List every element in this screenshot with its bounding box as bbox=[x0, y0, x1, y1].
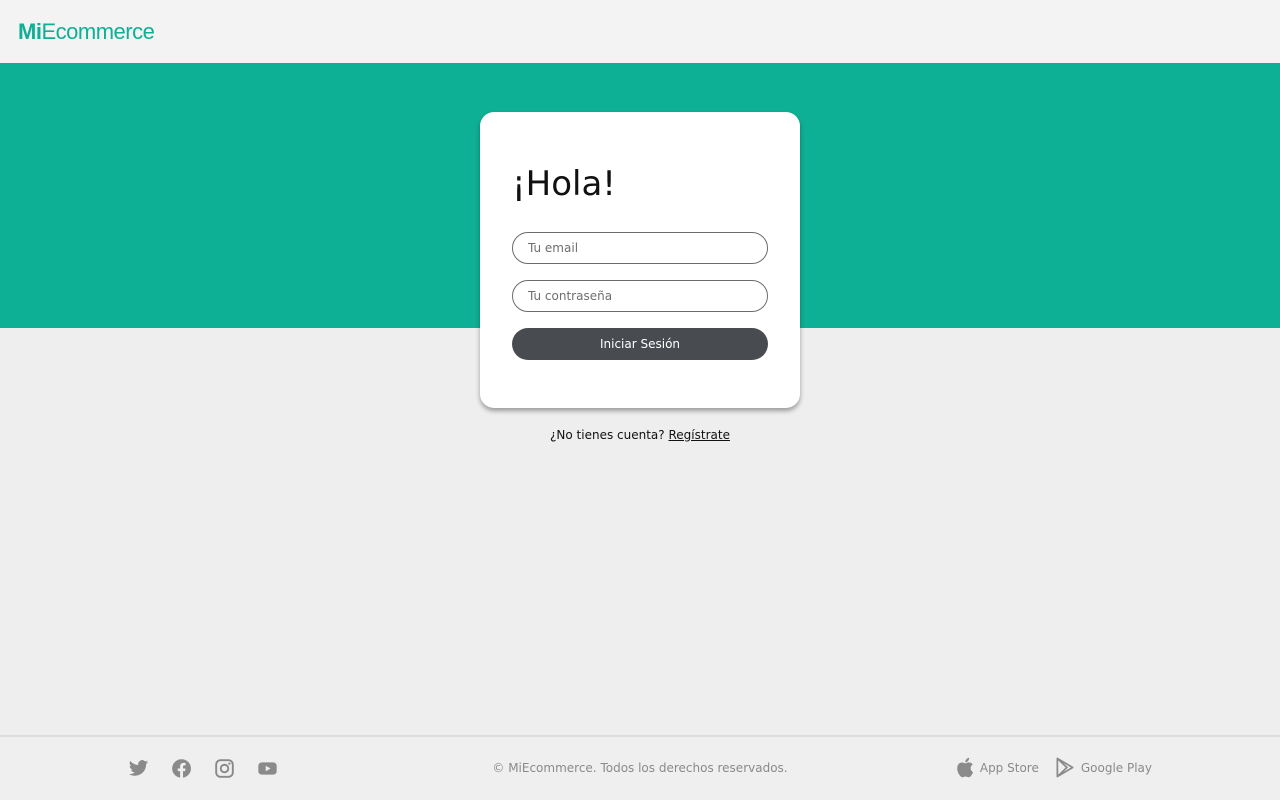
register-link[interactable]: Regístrate bbox=[668, 428, 729, 442]
site-footer: © MiEcommerce. Todos los derechos reserv… bbox=[0, 735, 1280, 800]
app-store-link[interactable]: App Store bbox=[956, 757, 1039, 778]
site-header: MiEcommerce bbox=[0, 0, 1280, 63]
login-button[interactable]: Iniciar Sesión bbox=[512, 328, 768, 360]
google-play-link[interactable]: Google Play bbox=[1055, 757, 1152, 778]
password-input[interactable] bbox=[512, 280, 768, 312]
logo-ecommerce: Ecommerce bbox=[41, 18, 155, 44]
app-store-links: App Store Google Play bbox=[956, 757, 1152, 778]
register-prompt: ¿No tienes cuenta? Regístrate bbox=[0, 428, 1280, 442]
email-input[interactable] bbox=[512, 232, 768, 264]
apple-icon bbox=[957, 757, 973, 778]
google-play-icon bbox=[1056, 757, 1074, 778]
google-play-label: Google Play bbox=[1080, 760, 1152, 775]
logo-mi: Mi bbox=[18, 18, 42, 44]
register-prompt-text: ¿No tienes cuenta? bbox=[550, 428, 665, 442]
login-card: ¡Hola! Iniciar Sesión bbox=[480, 112, 800, 408]
site-logo[interactable]: MiEcommerce bbox=[18, 18, 155, 44]
login-title: ¡Hola! bbox=[512, 164, 616, 204]
app-store-label: App Store bbox=[979, 760, 1039, 775]
